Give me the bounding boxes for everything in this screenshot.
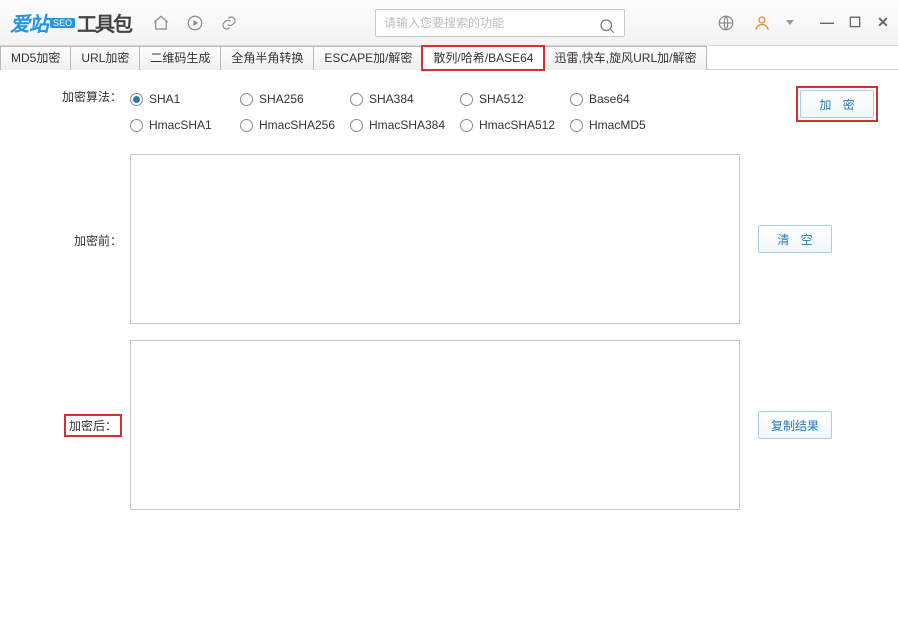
radio-dot-icon [240, 93, 253, 106]
radio-dot-icon [350, 119, 363, 132]
search-input[interactable] [375, 9, 625, 37]
logo-seo-badge: SEO [50, 18, 75, 28]
tab-url[interactable]: URL加密 [70, 46, 140, 70]
globe-icon[interactable] [712, 9, 740, 37]
home-icon[interactable] [147, 9, 175, 37]
logo-cn-text: 工具包 [77, 8, 131, 37]
tab-fullhalf[interactable]: 全角半角转换 [220, 46, 314, 70]
radio-dot-icon [570, 93, 583, 106]
tab-qrcode[interactable]: 二维码生成 [139, 46, 221, 70]
tab-hash-base64[interactable]: 散列/哈希/BASE64 [422, 46, 544, 70]
radio-dot-icon [460, 93, 473, 106]
radio-sha1[interactable]: SHA1 [130, 86, 240, 112]
radio-dot-icon [350, 93, 363, 106]
before-label: 加密前： [20, 230, 130, 249]
radio-sha512[interactable]: SHA512 [460, 86, 570, 112]
tab-xunlei[interactable]: 迅雷,快车,旋风URL加/解密 [543, 46, 707, 70]
algo-radios: SHA1 SHA256 SHA384 SHA512 Base64 HmacSHA… [130, 86, 690, 138]
input-textarea[interactable] [130, 154, 740, 324]
radio-hmacsha384[interactable]: HmacSHA384 [350, 112, 460, 138]
encrypt-button-wrap: 加 密 [796, 86, 878, 122]
content-area: 加 密 加密算法： SHA1 SHA256 SHA384 SHA512 Base… [0, 70, 898, 536]
radio-base64[interactable]: Base64 [570, 86, 680, 112]
clear-button[interactable]: 清 空 [758, 225, 832, 253]
app-logo: 爱站 SEO 工具包 [10, 8, 131, 37]
radio-dot-icon [240, 119, 253, 132]
radio-hmacsha256[interactable]: HmacSHA256 [240, 112, 350, 138]
logo-main-text: 爱站 [10, 8, 48, 37]
output-textarea[interactable] [130, 340, 740, 510]
radio-dot-icon [570, 119, 583, 132]
after-label-wrap: 加密后： [20, 414, 130, 437]
radio-hmacsha1[interactable]: HmacSHA1 [130, 112, 240, 138]
search-wrap [375, 9, 625, 37]
tab-md5[interactable]: MD5加密 [0, 46, 71, 70]
radio-dot-icon [460, 119, 473, 132]
radio-dot-icon [130, 93, 143, 106]
user-icon[interactable] [748, 9, 776, 37]
radio-sha256[interactable]: SHA256 [240, 86, 350, 112]
algo-row: 加密算法： SHA1 SHA256 SHA384 SHA512 Base64 H… [20, 86, 878, 138]
user-dropdown-caret[interactable] [786, 20, 794, 25]
radio-hmacmd5[interactable]: HmacMD5 [570, 112, 680, 138]
algo-label: 加密算法： [20, 86, 130, 105]
minimize-button[interactable]: — [818, 14, 836, 31]
titlebar: 爱站 SEO 工具包 — ☐ ✕ [0, 0, 898, 46]
window-controls: — ☐ ✕ [818, 14, 892, 31]
tabbar: MD5加密 URL加密 二维码生成 全角半角转换 ESCAPE加/解密 散列/哈… [0, 46, 898, 70]
after-label: 加密后： [64, 414, 122, 437]
copy-result-button[interactable]: 复制结果 [758, 411, 832, 439]
output-row: 加密后： 复制结果 [20, 340, 878, 510]
close-button[interactable]: ✕ [874, 14, 892, 31]
tab-escape[interactable]: ESCAPE加/解密 [313, 46, 423, 70]
link-icon[interactable] [215, 9, 243, 37]
maximize-button[interactable]: ☐ [846, 14, 864, 31]
encrypt-button[interactable]: 加 密 [800, 90, 874, 118]
input-row: 加密前： 清 空 [20, 154, 878, 324]
play-icon[interactable] [181, 9, 209, 37]
search-icon[interactable] [593, 12, 621, 40]
radio-dot-icon [130, 119, 143, 132]
radio-hmacsha512[interactable]: HmacSHA512 [460, 112, 570, 138]
radio-sha384[interactable]: SHA384 [350, 86, 460, 112]
